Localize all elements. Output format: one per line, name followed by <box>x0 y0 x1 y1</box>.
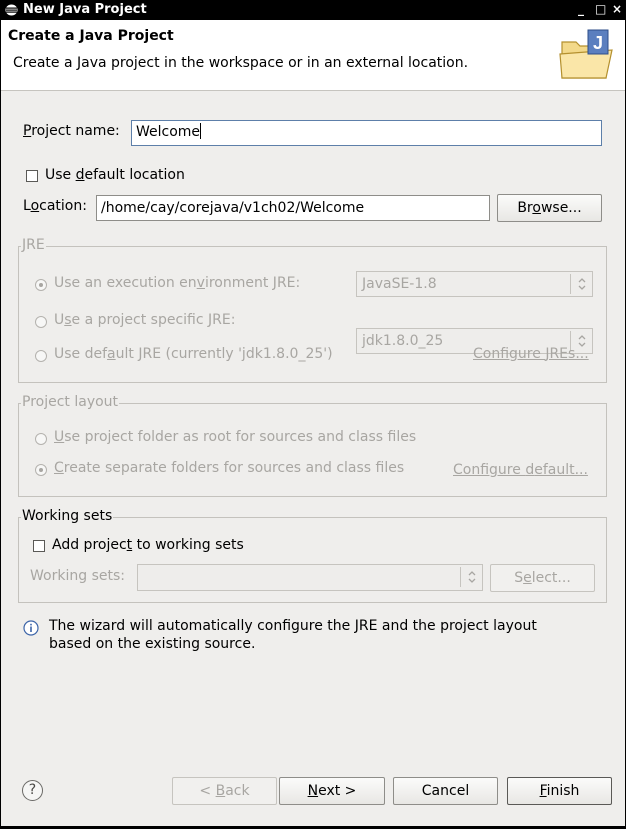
project-specific-jre-radio[interactable] <box>35 316 47 328</box>
configure-jres-link[interactable]: Configure JREs... <box>473 346 589 362</box>
wizard-banner: Create a Java Project Create a Java proj… <box>1 20 625 91</box>
browse-button[interactable]: Browse... <box>497 194 602 222</box>
default-jre-label: Use default JRE (currently 'jdk1.8.0_25'… <box>54 346 333 362</box>
project-folder-root-radio[interactable] <box>35 433 47 445</box>
use-default-location-checkbox[interactable] <box>26 170 38 182</box>
project-folder-root-label: Use project folder as root for sources a… <box>54 429 417 445</box>
project-name-label: Project name: <box>23 123 120 139</box>
help-icon[interactable]: ? <box>22 780 43 801</box>
info-message-line2: based on the existing source. <box>49 636 256 652</box>
minimize-button[interactable]: _ <box>578 1 584 18</box>
spinner-arrows-icon <box>460 567 482 587</box>
java-project-folder-icon: J <box>559 29 613 79</box>
execution-environment-select[interactable]: JavaSE-1.8 <box>356 271 593 297</box>
separate-folders-radio[interactable] <box>35 464 47 476</box>
cancel-button[interactable]: Cancel <box>393 777 498 805</box>
add-to-working-sets-label: Add project to working sets <box>52 537 244 553</box>
finish-button[interactable]: Finish <box>507 777 612 805</box>
configure-default-link[interactable]: Configure default... <box>453 462 588 478</box>
eclipse-logo-icon <box>5 4 18 16</box>
working-sets-group-title: Working sets <box>21 508 114 524</box>
window-title: New Java Project <box>23 2 147 17</box>
spinner-arrows-icon <box>570 274 592 294</box>
jre-group-title: JRE <box>21 237 46 253</box>
project-specific-jre-label: Use a project specific JRE: <box>54 312 236 328</box>
next-button[interactable]: Next > <box>279 777 385 805</box>
info-icon <box>23 620 39 636</box>
execution-environment-jre-label: Use an execution environment JRE: <box>54 275 301 291</box>
svg-text:J: J <box>593 33 603 53</box>
location-label: Location: <box>23 198 87 214</box>
working-sets-select[interactable] <box>137 564 483 591</box>
select-working-sets-button[interactable]: Select... <box>490 564 595 592</box>
use-default-location-label: Use default location <box>45 167 185 183</box>
execution-environment-jre-radio[interactable] <box>35 279 47 291</box>
info-message-line1: The wizard will automatically configure … <box>49 618 537 634</box>
wizard-window: Create a Java Project Create a Java proj… <box>1 20 625 826</box>
page-description: Create a Java project in the workspace o… <box>13 55 469 71</box>
add-to-working-sets-checkbox[interactable] <box>33 540 45 552</box>
project-layout-group <box>18 403 607 497</box>
separate-folders-label: Create separate folders for sources and … <box>54 460 405 476</box>
page-title: Create a Java Project <box>8 28 174 44</box>
project-name-input[interactable]: Welcome <box>131 120 602 146</box>
close-button[interactable]: × <box>612 1 622 18</box>
back-button[interactable]: < Back <box>172 777 277 805</box>
default-jre-radio[interactable] <box>35 350 47 362</box>
project-layout-group-title: Project layout <box>21 394 120 410</box>
working-sets-label: Working sets: <box>30 568 125 584</box>
maximize-button[interactable]: □ <box>595 1 606 18</box>
title-bar: New Java Project _ □ × <box>0 0 626 20</box>
location-input[interactable]: /home/cay/corejava/v1ch02/Welcome <box>96 195 490 221</box>
